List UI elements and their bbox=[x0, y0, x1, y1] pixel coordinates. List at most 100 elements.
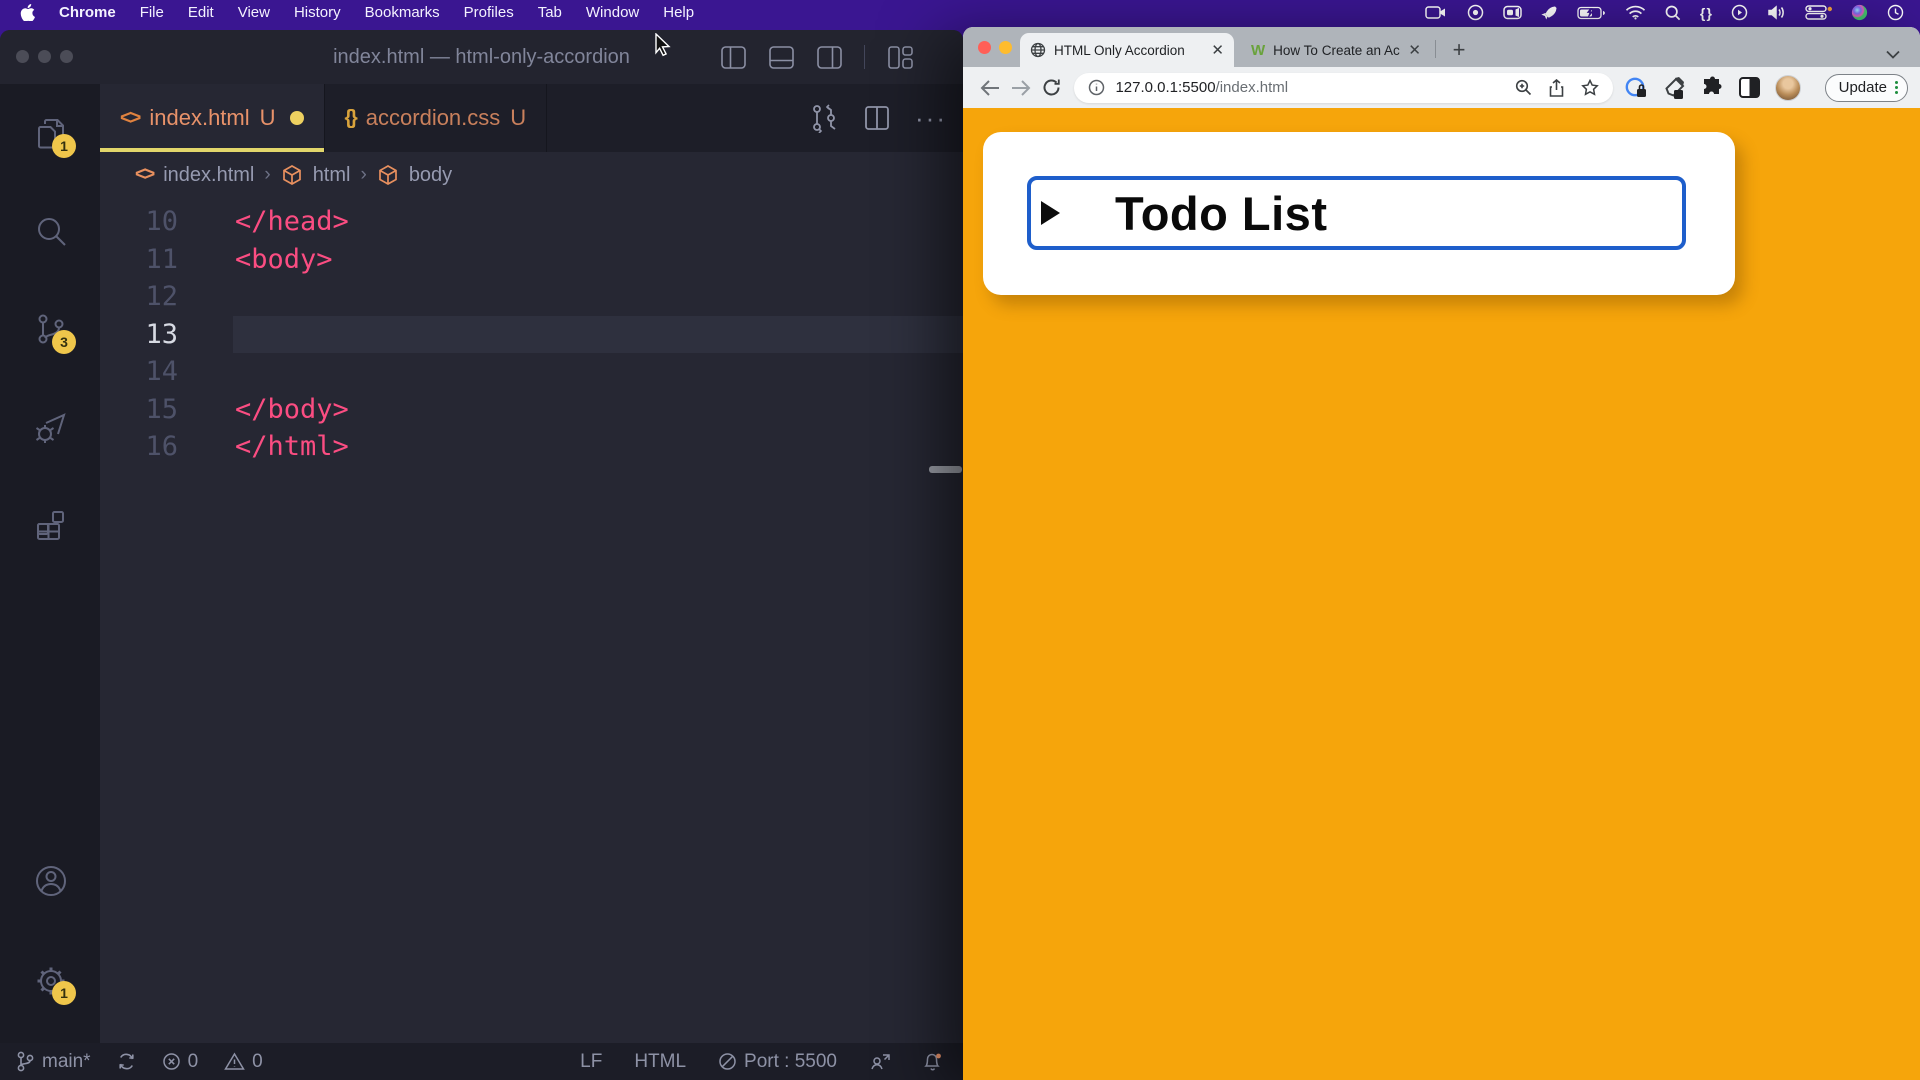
menu-edit[interactable]: Edit bbox=[176, 4, 226, 21]
menu-file[interactable]: File bbox=[128, 4, 176, 21]
chevron-right-icon: › bbox=[264, 164, 270, 186]
close-window-button[interactable] bbox=[978, 41, 991, 54]
scrollbar-decoration[interactable] bbox=[929, 466, 962, 473]
browser-menu-icon[interactable] bbox=[1895, 81, 1898, 94]
sync-changes-button[interactable] bbox=[117, 1052, 136, 1071]
chrome-tab-strip: HTML Only Accordion ✕ W How To Create an… bbox=[963, 27, 1920, 67]
code-line: 16</html> bbox=[100, 428, 963, 466]
warnings-status[interactable]: 0 bbox=[224, 1051, 263, 1073]
browser-tab-html-only-accordion[interactable]: HTML Only Accordion ✕ bbox=[1020, 33, 1234, 67]
color-picker-extension-icon[interactable] bbox=[1662, 76, 1686, 100]
toggle-secondary-sidebar-icon[interactable] bbox=[816, 44, 843, 71]
customize-layout-icon[interactable] bbox=[886, 43, 915, 72]
todo-accordion-summary[interactable]: Todo List bbox=[1027, 176, 1686, 250]
vscode-traffic-lights bbox=[16, 50, 73, 63]
accordion-title: Todo List bbox=[1115, 186, 1327, 241]
language-mode-status[interactable]: HTML bbox=[634, 1051, 686, 1073]
siri-icon[interactable] bbox=[1851, 4, 1868, 21]
menu-help[interactable]: Help bbox=[651, 4, 706, 21]
share-icon[interactable] bbox=[1549, 79, 1564, 97]
editor-tab-index-html[interactable]: <> index.html U bbox=[100, 84, 325, 152]
symbol-cube-icon bbox=[281, 164, 303, 186]
git-branch-status[interactable]: main* bbox=[16, 1051, 91, 1073]
wifi-icon[interactable] bbox=[1625, 5, 1646, 20]
page-zoom-icon[interactable] bbox=[1515, 79, 1532, 96]
breadcrumb: <> index.html › html › body bbox=[100, 152, 963, 198]
open-changes-icon[interactable] bbox=[809, 103, 839, 133]
menu-bookmarks[interactable]: Bookmarks bbox=[353, 4, 452, 21]
menu-history[interactable]: History bbox=[282, 4, 353, 21]
live-server-port-status[interactable]: Port : 5500 bbox=[718, 1051, 837, 1073]
editor-tab-accordion-css[interactable]: { } accordion.css U bbox=[325, 84, 548, 152]
code-editor[interactable]: 10</head> 11<body> 12 13 14 15</body> 16… bbox=[100, 198, 963, 1043]
vscode-activity-bar: 1 3 1 bbox=[0, 84, 100, 1043]
site-info-icon[interactable] bbox=[1088, 79, 1105, 96]
play-circle-icon[interactable] bbox=[1731, 4, 1748, 21]
code-line: 12 bbox=[100, 278, 963, 316]
dark-reader-extension-icon[interactable] bbox=[1738, 76, 1761, 99]
address-bar[interactable]: 127.0.0.1:5500/index.html bbox=[1074, 73, 1612, 103]
breadcrumb-body[interactable]: body bbox=[409, 164, 452, 187]
braces-icon[interactable]: { } bbox=[1700, 5, 1712, 21]
more-actions-icon[interactable]: ··· bbox=[915, 103, 947, 134]
screen-record-icon[interactable] bbox=[1425, 5, 1448, 20]
close-tab-icon[interactable]: ✕ bbox=[1211, 41, 1224, 59]
accounts-icon[interactable] bbox=[32, 862, 70, 900]
split-editor-icon[interactable] bbox=[863, 104, 891, 132]
code-line: 11<body> bbox=[100, 241, 963, 279]
extensions-icon[interactable] bbox=[32, 507, 70, 545]
tab-list-chevron-icon[interactable] bbox=[1886, 50, 1900, 59]
settings-badge: 1 bbox=[52, 981, 76, 1005]
breadcrumb-html[interactable]: html bbox=[313, 164, 351, 187]
new-tab-button[interactable]: + bbox=[1445, 36, 1473, 64]
menu-window[interactable]: Window bbox=[574, 4, 651, 21]
extensions-puzzle-icon[interactable] bbox=[1700, 76, 1724, 100]
close-tab-icon[interactable]: ✕ bbox=[1408, 41, 1421, 59]
minimize-window-button[interactable] bbox=[38, 50, 51, 63]
profile-avatar[interactable] bbox=[1775, 75, 1801, 101]
chrome-update-button[interactable]: Update bbox=[1825, 74, 1908, 102]
symbol-cube-icon bbox=[377, 164, 399, 186]
rocket-icon[interactable] bbox=[1541, 4, 1558, 21]
unsaved-dot-icon[interactable] bbox=[290, 111, 304, 125]
apple-menu-icon[interactable] bbox=[16, 4, 47, 21]
search-icon[interactable] bbox=[1665, 5, 1681, 21]
code-line-current: 13 bbox=[100, 316, 963, 354]
menu-app-name[interactable]: Chrome bbox=[47, 4, 128, 21]
breadcrumb-file[interactable]: index.html bbox=[163, 164, 254, 187]
toggle-panel-icon[interactable] bbox=[768, 44, 795, 71]
battery-icon[interactable] bbox=[1577, 6, 1606, 20]
live-share-icon[interactable] bbox=[869, 1052, 891, 1072]
notifications-bell-icon[interactable] bbox=[923, 1051, 943, 1072]
menu-profiles[interactable]: Profiles bbox=[452, 4, 526, 21]
close-window-button[interactable] bbox=[16, 50, 29, 63]
volume-icon[interactable] bbox=[1767, 5, 1786, 20]
toggle-primary-sidebar-icon[interactable] bbox=[720, 44, 747, 71]
forward-button[interactable] bbox=[1005, 79, 1035, 97]
search-sidebar-icon[interactable] bbox=[32, 213, 70, 251]
control-center-icon[interactable] bbox=[1805, 5, 1832, 20]
browser-tab-how-to-create-accordion[interactable]: W How To Create an Accordion ✕ bbox=[1241, 33, 1431, 67]
errors-status[interactable]: 0 bbox=[162, 1051, 199, 1073]
vscode-window: index.html — html-only-accordion 1 bbox=[0, 30, 963, 1080]
bookmark-star-icon[interactable] bbox=[1581, 79, 1599, 97]
record-dot-icon[interactable] bbox=[1467, 4, 1484, 21]
desktop: Chrome File Edit View History Bookmarks … bbox=[0, 0, 1920, 1080]
run-debug-icon[interactable] bbox=[32, 409, 70, 447]
back-button[interactable] bbox=[975, 79, 1005, 97]
zoom-window-button[interactable] bbox=[60, 50, 73, 63]
url-path: /index.html bbox=[1216, 79, 1289, 96]
password-manager-extension-icon[interactable] bbox=[1624, 76, 1648, 100]
source-control-badge: 3 bbox=[52, 330, 76, 354]
minimize-window-button[interactable] bbox=[999, 41, 1012, 54]
titlebar-separator bbox=[864, 45, 865, 69]
menu-view[interactable]: View bbox=[226, 4, 282, 21]
eol-status[interactable]: LF bbox=[580, 1051, 602, 1073]
clock-icon[interactable] bbox=[1887, 4, 1904, 21]
menu-tab[interactable]: Tab bbox=[526, 4, 574, 21]
video-camera-icon[interactable] bbox=[1503, 5, 1522, 20]
tab-title: How To Create an Accordion bbox=[1273, 43, 1400, 58]
explorer-badge: 1 bbox=[52, 134, 76, 158]
editor-tab-label: index.html bbox=[149, 105, 249, 131]
reload-button[interactable] bbox=[1036, 78, 1066, 97]
